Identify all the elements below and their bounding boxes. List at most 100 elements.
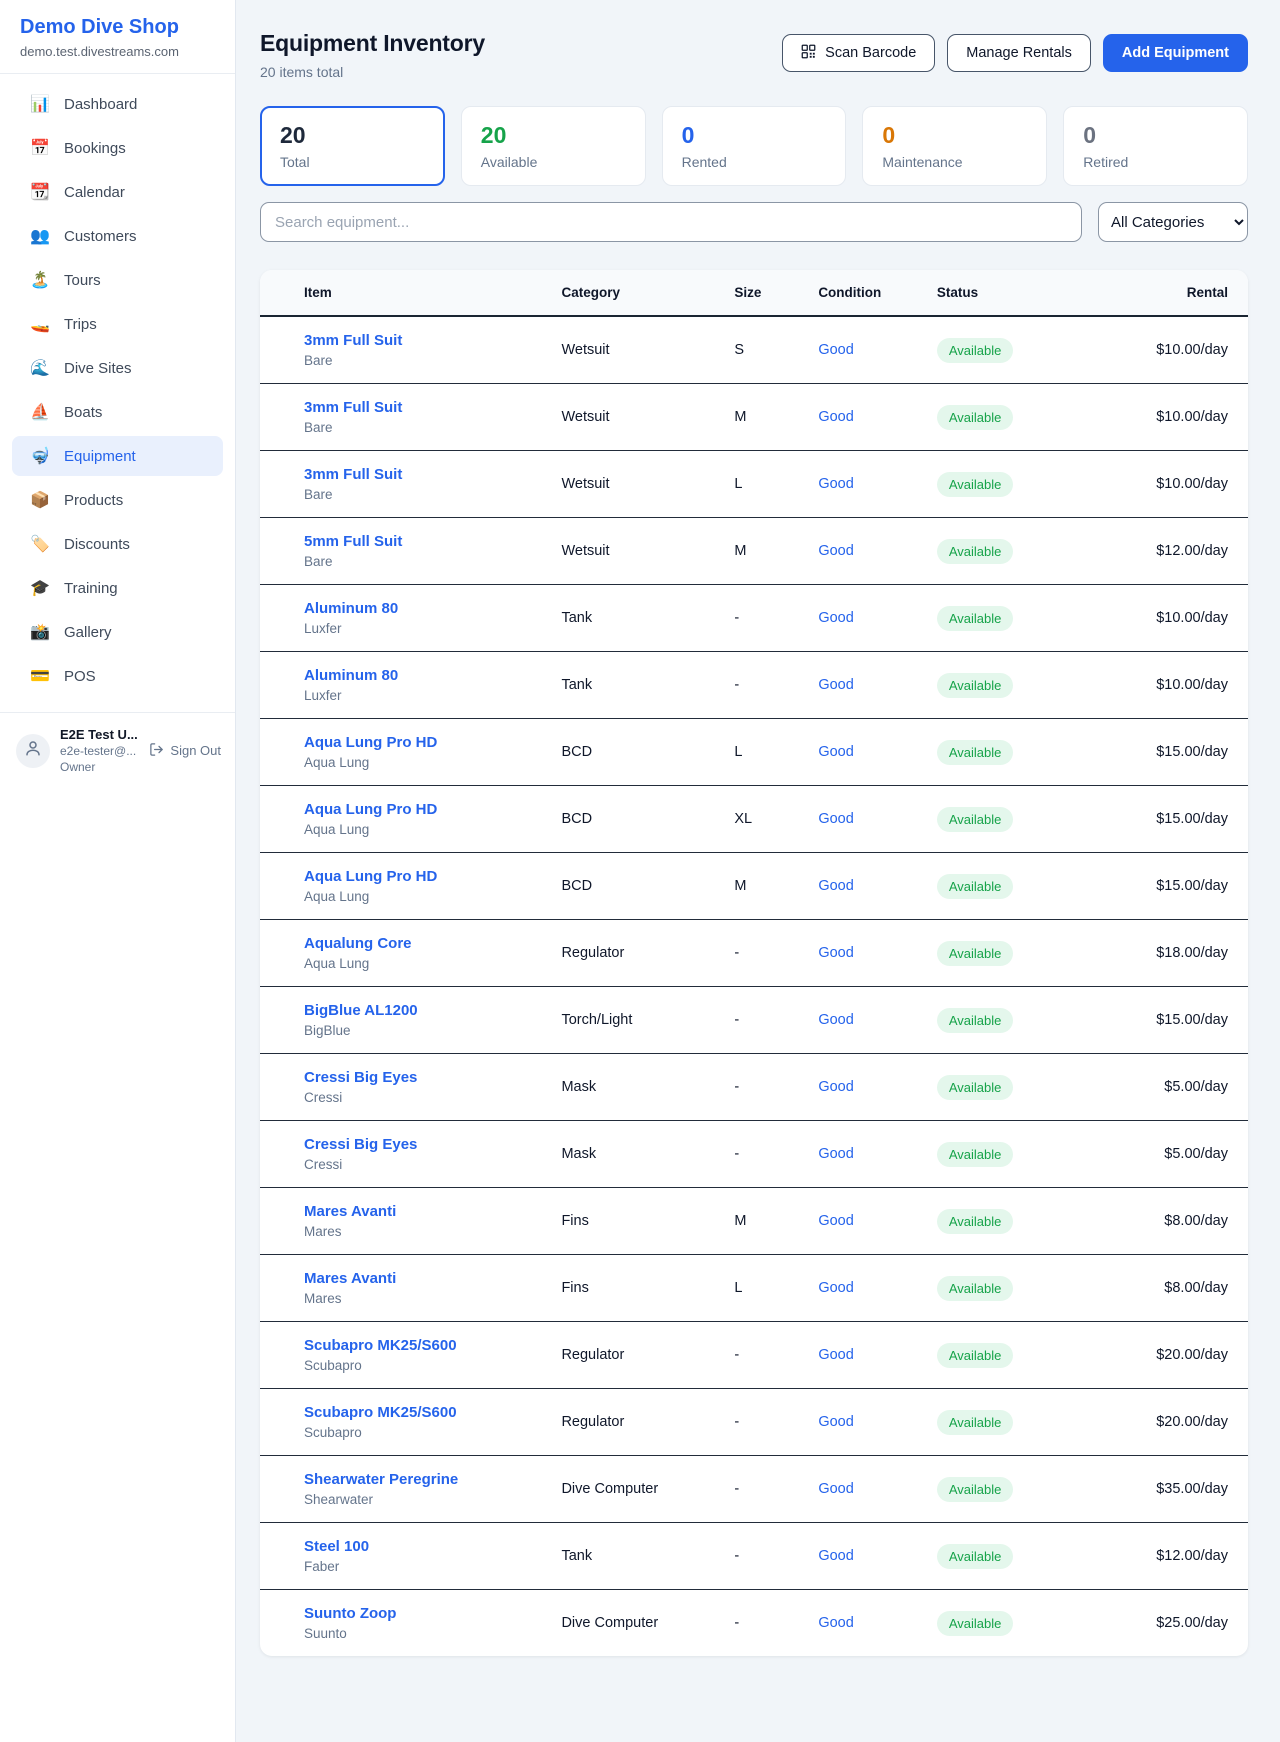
sidebar-item-bookings[interactable]: 📅 Bookings [12,128,223,168]
item-name-link[interactable]: Scubapro MK25/S600 [304,1404,457,1421]
sidebar-item-dashboard[interactable]: 📊 Dashboard [12,84,223,124]
item-name-link[interactable]: Aluminum 80 [304,667,398,684]
item-name-link[interactable]: Aqua Lung Pro HD [304,801,437,818]
sidebar-item-tours[interactable]: 🏝️ Tours [12,260,223,300]
table-row[interactable]: Shearwater Peregrine Shearwater Dive Com… [260,1456,1248,1523]
item-condition-link[interactable]: Good [818,1414,853,1430]
item-condition-link[interactable]: Good [818,1615,853,1631]
table-row[interactable]: Aqua Lung Pro HD Aqua Lung BCD M Good Av… [260,853,1248,920]
item-condition-link[interactable]: Good [818,1079,853,1095]
item-condition-link[interactable]: Good [818,1146,853,1162]
stat-card-available[interactable]: 20 Available [461,106,646,186]
item-category: Tank [551,1523,724,1590]
item-size: S [724,316,808,384]
item-name-link[interactable]: 5mm Full Suit [304,533,402,550]
table-row[interactable]: 3mm Full Suit Bare Wetsuit L Good Availa… [260,451,1248,518]
item-condition-link[interactable]: Good [818,409,853,425]
item-name-link[interactable]: Cressi Big Eyes [304,1136,417,1153]
table-row[interactable]: Aqua Lung Pro HD Aqua Lung BCD XL Good A… [260,786,1248,853]
item-condition-link[interactable]: Good [818,1347,853,1363]
table-row[interactable]: Cressi Big Eyes Cressi Mask - Good Avail… [260,1054,1248,1121]
table-row[interactable]: Aluminum 80 Luxfer Tank - Good Available… [260,585,1248,652]
item-name-link[interactable]: BigBlue AL1200 [304,1002,418,1019]
item-name-link[interactable]: Steel 100 [304,1538,369,1555]
sidebar-item-products[interactable]: 📦 Products [12,480,223,520]
manage-rentals-button[interactable]: Manage Rentals [947,34,1091,72]
item-condition-link[interactable]: Good [818,677,853,693]
stat-card-total[interactable]: 20 Total [260,106,445,186]
item-name-link[interactable]: 3mm Full Suit [304,466,402,483]
scan-barcode-button[interactable]: Scan Barcode [782,34,935,72]
table-row[interactable]: Steel 100 Faber Tank - Good Available $1… [260,1523,1248,1590]
table-row[interactable]: Aqualung Core Aqua Lung Regulator - Good… [260,920,1248,987]
item-name-link[interactable]: Scubapro MK25/S600 [304,1337,457,1354]
item-condition-link[interactable]: Good [818,1280,853,1296]
status-badge: Available [937,1209,1014,1234]
item-size: L [724,1255,808,1322]
sidebar-nav: 📊 Dashboard 📅 Bookings 📆 Calendar 👥 Cust… [0,74,235,706]
item-condition-link[interactable]: Good [818,543,853,559]
item-name-link[interactable]: Cressi Big Eyes [304,1069,417,1086]
item-name-link[interactable]: Aqualung Core [304,935,412,952]
person-icon [24,739,42,762]
status-badge: Available [937,1276,1014,1301]
item-condition-link[interactable]: Good [818,610,853,626]
sidebar-item-equipment[interactable]: 🤿 Equipment [12,436,223,476]
item-condition-link[interactable]: Good [818,1481,853,1497]
item-condition-link[interactable]: Good [818,811,853,827]
stat-card-retired[interactable]: 0 Retired [1063,106,1248,186]
item-condition-link[interactable]: Good [818,1548,853,1564]
item-condition-link[interactable]: Good [818,878,853,894]
item-condition-link[interactable]: Good [818,342,853,358]
sidebar-item-calendar[interactable]: 📆 Calendar [12,172,223,212]
item-name-link[interactable]: Mares Avanti [304,1270,396,1287]
stat-card-maintenance[interactable]: 0 Maintenance [862,106,1047,186]
table-row[interactable]: 3mm Full Suit Bare Wetsuit S Good Availa… [260,316,1248,384]
item-size: - [724,1456,808,1523]
sidebar-item-label: Training [64,580,118,597]
category-filter-select[interactable]: All Categories [1098,202,1248,242]
sidebar-item-discounts[interactable]: 🏷️ Discounts [12,524,223,564]
item-condition-link[interactable]: Good [818,1012,853,1028]
brand-title[interactable]: Demo Dive Shop [20,16,215,39]
item-condition-link[interactable]: Good [818,945,853,961]
table-row[interactable]: 3mm Full Suit Bare Wetsuit M Good Availa… [260,384,1248,451]
table-row[interactable]: Cressi Big Eyes Cressi Mask - Good Avail… [260,1121,1248,1188]
item-name-link[interactable]: Aluminum 80 [304,600,398,617]
item-name-link[interactable]: Mares Avanti [304,1203,396,1220]
item-condition-link[interactable]: Good [818,476,853,492]
sign-out-button[interactable]: Sign Out [149,742,221,760]
table-row[interactable]: Mares Avanti Mares Fins M Good Available… [260,1188,1248,1255]
item-size: M [724,518,808,585]
item-name-link[interactable]: 3mm Full Suit [304,399,402,416]
table-row[interactable]: Mares Avanti Mares Fins L Good Available… [260,1255,1248,1322]
sidebar-item-pos[interactable]: 💳 POS [12,656,223,696]
sidebar-item-training[interactable]: 🎓 Training [12,568,223,608]
item-condition-link[interactable]: Good [818,744,853,760]
sidebar-item-trips[interactable]: 🚤 Trips [12,304,223,344]
bookings-icon: 📅 [30,138,50,158]
add-equipment-button[interactable]: Add Equipment [1103,34,1248,72]
item-name-link[interactable]: Aqua Lung Pro HD [304,734,437,751]
table-row[interactable]: Suunto Zoop Suunto Dive Computer - Good … [260,1590,1248,1657]
item-brand: Aqua Lung [304,889,541,904]
item-rental-rate: $20.00/day [1085,1389,1248,1456]
item-name-link[interactable]: Suunto Zoop [304,1605,396,1622]
item-name-link[interactable]: 3mm Full Suit [304,332,402,349]
table-row[interactable]: Aluminum 80 Luxfer Tank - Good Available… [260,652,1248,719]
sidebar-item-boats[interactable]: ⛵ Boats [12,392,223,432]
sidebar-item-gallery[interactable]: 📸 Gallery [12,612,223,652]
table-row[interactable]: Aqua Lung Pro HD Aqua Lung BCD L Good Av… [260,719,1248,786]
stat-card-rented[interactable]: 0 Rented [662,106,847,186]
table-row[interactable]: Scubapro MK25/S600 Scubapro Regulator - … [260,1322,1248,1389]
table-row[interactable]: 5mm Full Suit Bare Wetsuit M Good Availa… [260,518,1248,585]
table-row[interactable]: BigBlue AL1200 BigBlue Torch/Light - Goo… [260,987,1248,1054]
item-name-link[interactable]: Aqua Lung Pro HD [304,868,437,885]
item-name-link[interactable]: Shearwater Peregrine [304,1471,458,1488]
item-brand: Mares [304,1224,541,1239]
search-input[interactable] [260,202,1082,242]
item-condition-link[interactable]: Good [818,1213,853,1229]
table-row[interactable]: Scubapro MK25/S600 Scubapro Regulator - … [260,1389,1248,1456]
sidebar-item-dive-sites[interactable]: 🌊 Dive Sites [12,348,223,388]
sidebar-item-customers[interactable]: 👥 Customers [12,216,223,256]
